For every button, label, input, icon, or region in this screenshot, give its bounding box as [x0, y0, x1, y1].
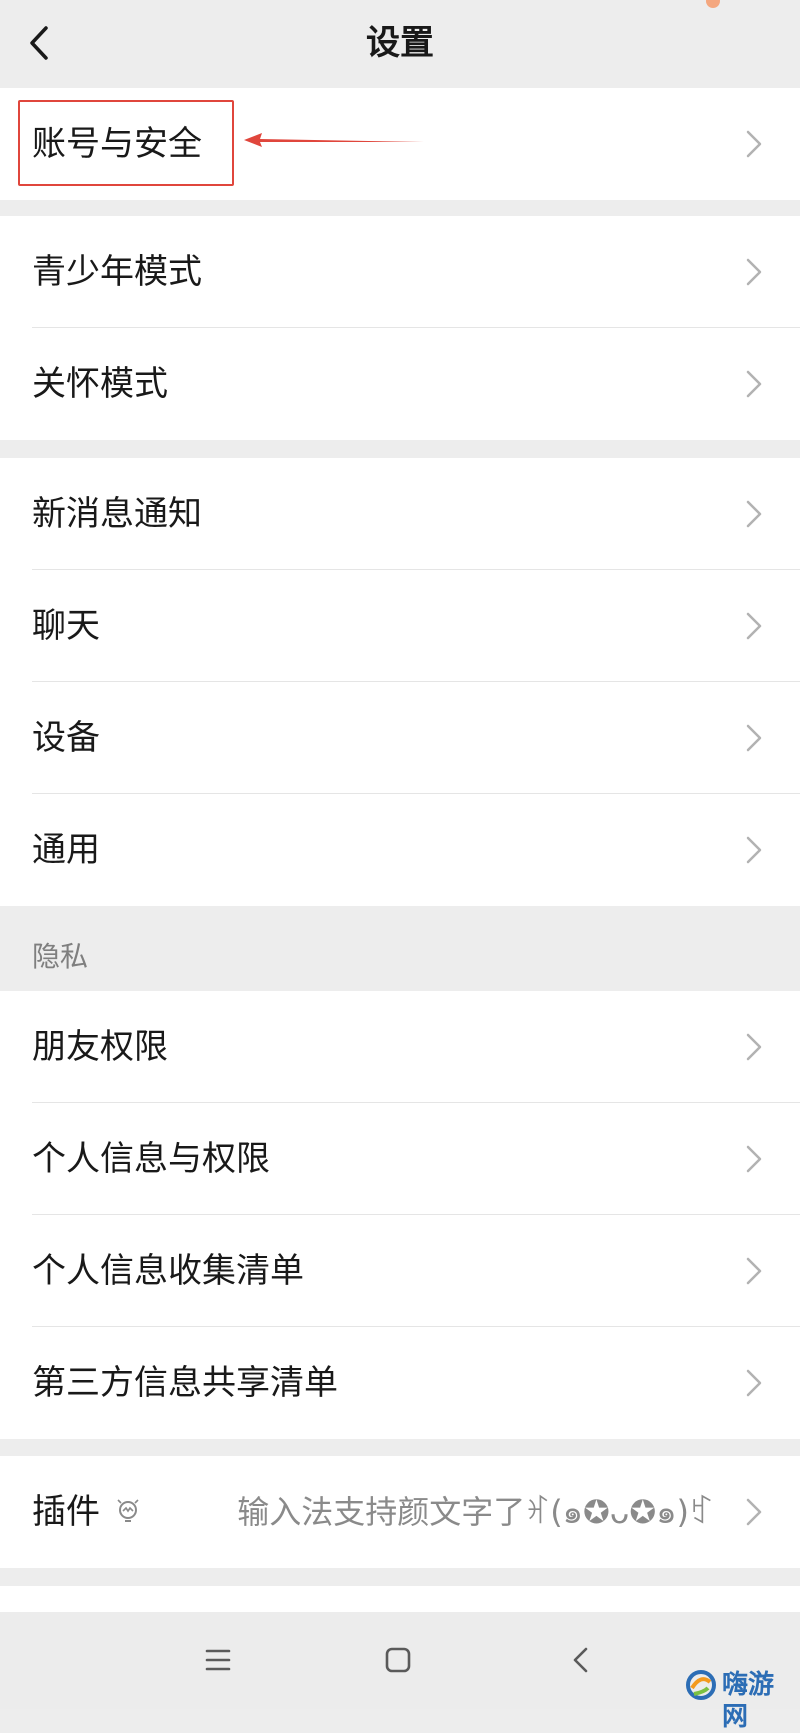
chevron-right-icon [746, 836, 762, 864]
watermark-logo: 嗨游网 [684, 1665, 794, 1732]
chevron-right-icon [746, 1145, 762, 1173]
chevron-right-icon [746, 1369, 762, 1397]
settings-item-label: 个人信息收集清单 [32, 1251, 304, 1291]
settings-item-general[interactable]: 通用 [0, 794, 800, 906]
back-triangle-icon [573, 1647, 588, 1673]
settings-item-devices[interactable]: 设备 [0, 682, 800, 794]
back-nav-button[interactable] [562, 1640, 602, 1680]
settings-item-label: 新消息通知 [32, 494, 202, 534]
settings-item-personal-info-collection[interactable]: 个人信息收集清单 [0, 1215, 800, 1327]
mode-group: 青少年模式 关怀模式 [0, 216, 800, 440]
chevron-right-icon [746, 130, 762, 158]
settings-item-label: 青少年模式 [32, 252, 202, 292]
chevron-right-icon [746, 724, 762, 752]
plugin-group: 插件 输入法支持颜文字了ꂛ(๑✪ᴗ✪๑)ꃏ [0, 1456, 800, 1568]
settings-item-teen-mode[interactable]: 青少年模式 [0, 216, 800, 328]
chevron-right-icon [746, 370, 762, 398]
highlight-box [18, 100, 234, 186]
system-navigation-bar: 嗨游网 [0, 1612, 800, 1732]
settings-item-label: 聊天 [32, 606, 100, 646]
chevron-right-icon [746, 1257, 762, 1285]
chevron-right-icon [746, 500, 762, 528]
chevron-right-icon [746, 258, 762, 286]
settings-item-care-mode[interactable]: 关怀模式 [0, 328, 800, 440]
watermark-swirl-icon [686, 1670, 716, 1700]
settings-item-label: 插件 [32, 1492, 100, 1532]
annotation-arrow-icon [244, 133, 424, 147]
settings-item-label: 第三方信息共享清单 [32, 1363, 338, 1403]
settings-item-label: 个人信息与权限 [32, 1139, 270, 1179]
chevron-right-icon [746, 1498, 762, 1526]
settings-item-label: 通用 [32, 830, 100, 870]
notification-dot [706, 0, 720, 8]
settings-item-label: 设备 [32, 718, 100, 758]
header-bar: 设置 [0, 0, 800, 88]
settings-item-friend-permissions[interactable]: 朋友权限 [0, 991, 800, 1103]
settings-item-plugins[interactable]: 插件 输入法支持颜文字了ꂛ(๑✪ᴗ✪๑)ꃏ [0, 1456, 800, 1568]
settings-item-chat[interactable]: 聊天 [0, 570, 800, 682]
general-group: 新消息通知 聊天 设备 通用 [0, 458, 800, 906]
watermark-text: 嗨游网 [722, 1670, 775, 1732]
page-title: 设置 [366, 23, 434, 63]
chevron-right-icon [746, 612, 762, 640]
settings-item-personal-info-permissions[interactable]: 个人信息与权限 [0, 1103, 800, 1215]
settings-item-label: 关怀模式 [32, 364, 168, 404]
home-square-icon [385, 1647, 411, 1673]
settings-item-label: 朋友权限 [32, 1027, 168, 1067]
settings-item-new-message-notification[interactable]: 新消息通知 [0, 458, 800, 570]
next-group-partial [0, 1586, 800, 1612]
plugin-value-text: 输入法支持颜文字了ꂛ(๑✪ᴗ✪๑)ꃏ [237, 1493, 714, 1531]
privacy-section-title: 隐私 [32, 940, 89, 973]
home-button[interactable] [378, 1640, 418, 1680]
menu-icon [205, 1649, 231, 1671]
chevron-right-icon [746, 1033, 762, 1061]
privacy-group: 朋友权限 个人信息与权限 个人信息收集清单 第三方信息共享清单 [0, 991, 800, 1439]
lightbulb-icon [117, 1499, 139, 1522]
settings-item-third-party-sharing[interactable]: 第三方信息共享清单 [0, 1327, 800, 1439]
menu-button[interactable] [198, 1640, 238, 1680]
